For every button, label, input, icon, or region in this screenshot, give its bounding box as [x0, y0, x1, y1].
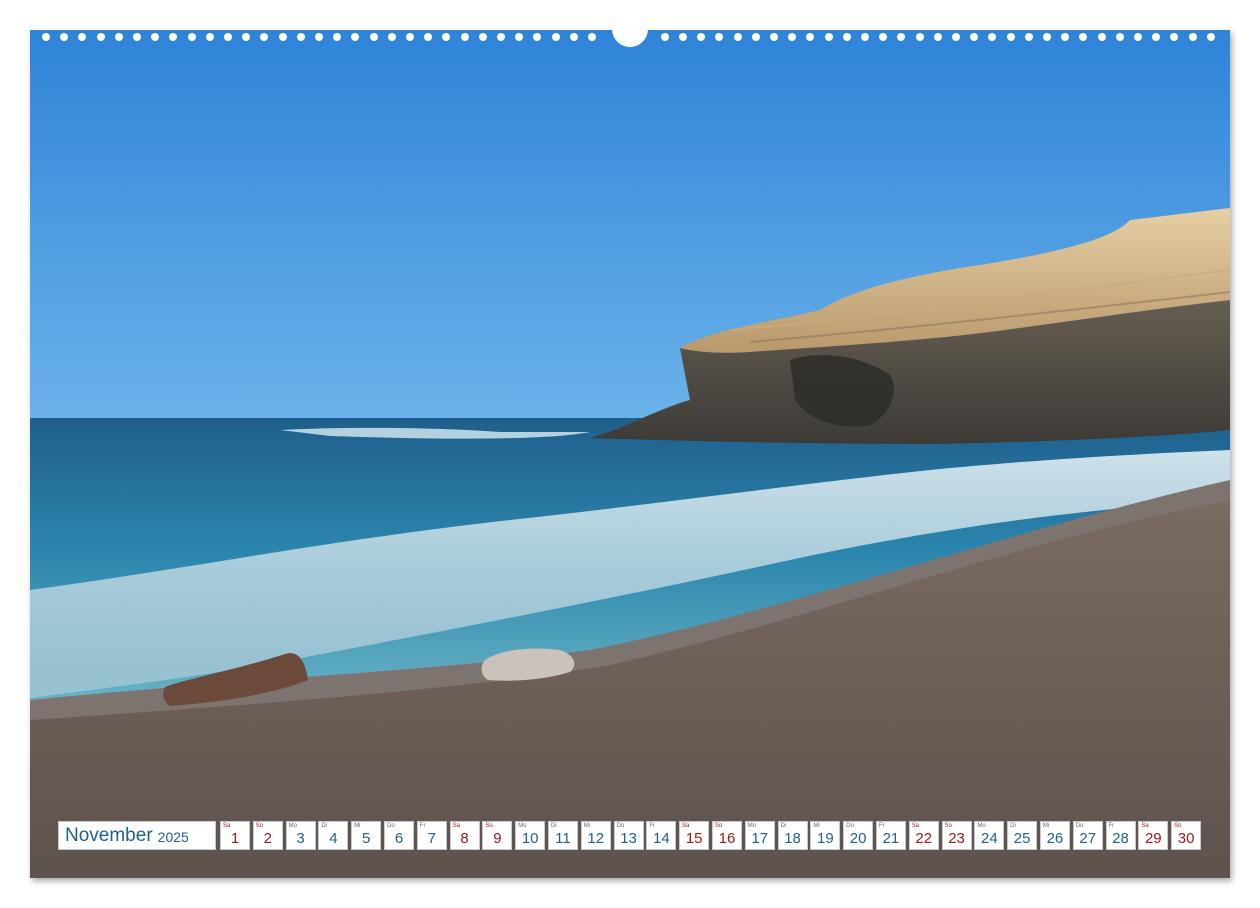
weekday-label: Do — [616, 823, 625, 829]
weekday-label: Fr — [878, 823, 885, 829]
day-number: 25 — [1013, 830, 1031, 847]
day-number: 15 — [685, 830, 703, 847]
day-number: 10 — [521, 830, 539, 847]
day-cell: So 30 — [1171, 821, 1202, 850]
weekday-label: Mi — [1042, 823, 1050, 829]
day-cell: Sa 15 — [679, 821, 710, 850]
weekday-label: Mo — [288, 823, 297, 829]
calendar-strip: November 2025 Sa 1 So 2 Mo 3 Di 4 Mi 5 Do 6 Fr 7 Sa 8 So… — [58, 821, 1204, 850]
day-number: 9 — [493, 830, 502, 847]
day-number: 1 — [230, 830, 240, 847]
month-year: 2025 — [157, 829, 189, 845]
day-number: 22 — [915, 830, 933, 847]
weekday-label: Di — [550, 823, 557, 829]
weekday-label: Sa — [682, 823, 690, 829]
day-number: 26 — [1046, 830, 1064, 847]
weekday-label: So — [944, 823, 952, 829]
day-number: 6 — [394, 830, 404, 847]
day-number: 19 — [817, 830, 834, 847]
day-number: 3 — [296, 830, 305, 847]
day-number: 14 — [653, 830, 670, 847]
month-name: November — [65, 824, 153, 846]
weekday-label: Sa — [452, 823, 460, 829]
weekday-label: So — [714, 823, 723, 829]
weekday-label: Fr — [419, 823, 426, 829]
day-number: 8 — [460, 830, 469, 847]
day-cell: Mi 5 — [351, 821, 382, 850]
day-number: 12 — [587, 830, 605, 847]
weekday-label: So — [1174, 823, 1182, 829]
day-cell: Di 25 — [1007, 821, 1038, 850]
day-cell: Mi 12 — [580, 821, 611, 850]
weekday-label: Mi — [583, 823, 591, 829]
day-cell: Fr 7 — [416, 821, 447, 850]
weekday-label: Di — [1010, 823, 1016, 829]
day-cell: So 16 — [711, 821, 742, 850]
day-number: 7 — [427, 830, 436, 847]
weekday-label: Do — [846, 823, 854, 829]
weekday-label: Mo — [747, 823, 757, 829]
day-number: 21 — [882, 830, 900, 847]
day-cell: Fr 28 — [1105, 821, 1136, 850]
weekday-label: Sa — [911, 823, 920, 829]
day-cell: Mo 17 — [744, 821, 775, 850]
day-number: 29 — [1144, 830, 1162, 847]
day-cell: Fr 14 — [646, 821, 677, 850]
day-cell: Mo 10 — [515, 821, 546, 850]
day-cell: Mo 3 — [285, 821, 316, 850]
day-cell: So 23 — [941, 821, 972, 850]
day-cell: Sa 1 — [220, 821, 250, 850]
day-number: 30 — [1177, 830, 1195, 847]
weekday-label: Di — [780, 823, 787, 829]
day-cell: So 9 — [482, 821, 513, 850]
day-number: 11 — [555, 830, 571, 847]
day-cell: Sa 22 — [908, 821, 939, 850]
day-cells: Sa 1 So 2 Mo 3 Di 4 Mi 5 Do 6 Fr 7 Sa 8 So 9 Mo 10 Di 11 Mi 12 D… — [220, 821, 1204, 850]
day-number: 13 — [620, 830, 637, 847]
day-cell: Do 6 — [383, 821, 414, 850]
weekday-label: Mi — [813, 823, 820, 829]
day-cell: So 2 — [252, 821, 283, 850]
day-cell: Do 13 — [613, 821, 644, 850]
day-cell: Do 20 — [843, 821, 874, 850]
day-number: 16 — [718, 830, 736, 847]
day-number: 24 — [980, 830, 998, 847]
day-number: 27 — [1079, 830, 1097, 847]
weekday-label: Di — [321, 823, 328, 829]
calendar-page — [30, 30, 1230, 878]
month-label-box: November 2025 — [58, 821, 216, 850]
weekday-label: So — [255, 823, 264, 829]
day-cell: Di 11 — [547, 821, 578, 850]
day-number: 17 — [751, 830, 769, 847]
day-number: 28 — [1112, 830, 1129, 847]
day-number: 20 — [849, 830, 867, 847]
day-cell: Do 27 — [1072, 821, 1103, 850]
day-cell: Mi 19 — [810, 821, 841, 850]
weekday-label: Mo — [977, 823, 986, 829]
day-cell: Sa 8 — [449, 821, 480, 850]
day-cell: Mo 24 — [974, 821, 1005, 850]
day-cell: Mi 26 — [1039, 821, 1070, 850]
day-number: 5 — [362, 830, 371, 847]
weekday-label: Do — [1075, 823, 1084, 829]
day-cell: Di 18 — [777, 821, 808, 850]
weekday-label: Mi — [354, 823, 361, 829]
beach-photo — [30, 30, 1230, 878]
day-number: 2 — [263, 830, 272, 847]
weekday-label: Sa — [1141, 823, 1149, 829]
day-cell: Di 4 — [318, 821, 349, 850]
weekday-label: Fr — [1108, 823, 1115, 829]
day-cell: Fr 21 — [875, 821, 906, 850]
day-cell: Sa 29 — [1138, 821, 1169, 850]
weekday-label: So — [485, 823, 493, 829]
weekday-label: Do — [386, 823, 395, 829]
day-number: 23 — [948, 830, 965, 847]
weekday-label: Mo — [518, 823, 527, 829]
weekday-label: Sa — [223, 823, 231, 829]
day-number: 4 — [329, 830, 338, 847]
weekday-label: Fr — [649, 823, 656, 829]
day-number: 18 — [784, 830, 801, 847]
